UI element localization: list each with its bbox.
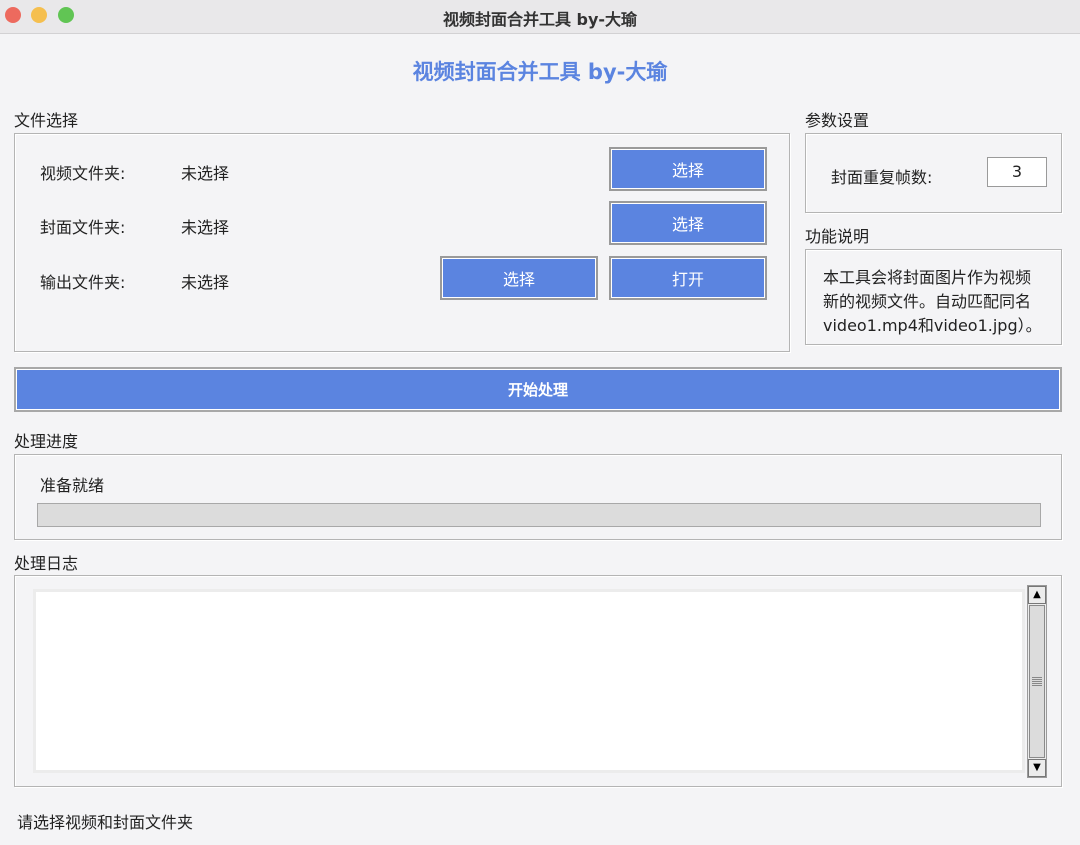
status-bar-text: 请选择视频和封面文件夹 bbox=[17, 813, 194, 832]
window-title: 视频封面合并工具 by-大瑜 bbox=[442, 10, 638, 29]
video-folder-value: 未选择 bbox=[181, 164, 230, 183]
output-folder-select-button[interactable]: 选择 bbox=[440, 256, 598, 300]
scroll-up-arrow-icon[interactable]: ▲ bbox=[1028, 586, 1046, 604]
grip-icon bbox=[1032, 677, 1042, 686]
progress-section-label: 处理进度 bbox=[14, 432, 79, 451]
video-folder-label: 视频文件夹: bbox=[40, 164, 126, 183]
help-line: video1.mp4和video1.jpg）。 bbox=[823, 316, 1042, 335]
cover-repeat-input[interactable]: 3 bbox=[987, 157, 1047, 187]
cover-folder-value: 未选择 bbox=[181, 218, 230, 237]
help-section-label: 功能说明 bbox=[805, 227, 870, 246]
log-section-label: 处理日志 bbox=[14, 554, 79, 573]
app-title: 视频封面合并工具 by-大瑜 bbox=[412, 60, 668, 84]
cover-repeat-label: 封面重复帧数: bbox=[831, 168, 933, 187]
start-processing-button[interactable]: 开始处理 bbox=[14, 367, 1062, 412]
help-line: 新的视频文件。自动匹配同名 bbox=[823, 292, 1032, 311]
scrollbar-thumb[interactable] bbox=[1029, 605, 1045, 758]
output-folder-open-button[interactable]: 打开 bbox=[609, 256, 767, 300]
log-textarea[interactable] bbox=[33, 589, 1025, 773]
output-folder-label: 输出文件夹: bbox=[40, 273, 126, 292]
file-select-section-label: 文件选择 bbox=[14, 111, 79, 130]
log-scrollbar[interactable]: ▲ ▼ bbox=[1027, 585, 1047, 778]
scroll-down-arrow-icon[interactable]: ▼ bbox=[1028, 759, 1046, 777]
cover-folder-label: 封面文件夹: bbox=[40, 218, 126, 237]
window-titlebar: 视频封面合并工具 by-大瑜 bbox=[0, 0, 1080, 34]
video-folder-select-button[interactable]: 选择 bbox=[609, 147, 767, 191]
progress-panel bbox=[14, 454, 1062, 540]
output-folder-value: 未选择 bbox=[181, 273, 230, 292]
cover-folder-select-button[interactable]: 选择 bbox=[609, 201, 767, 245]
help-description: 本工具会将封面图片作为视频 新的视频文件。自动匹配同名 video1.mp4和v… bbox=[823, 266, 1061, 338]
progress-status: 准备就绪 bbox=[40, 476, 105, 495]
progress-bar bbox=[37, 503, 1041, 527]
help-line: 本工具会将封面图片作为视频 bbox=[823, 268, 1032, 287]
params-section-label: 参数设置 bbox=[805, 111, 870, 130]
